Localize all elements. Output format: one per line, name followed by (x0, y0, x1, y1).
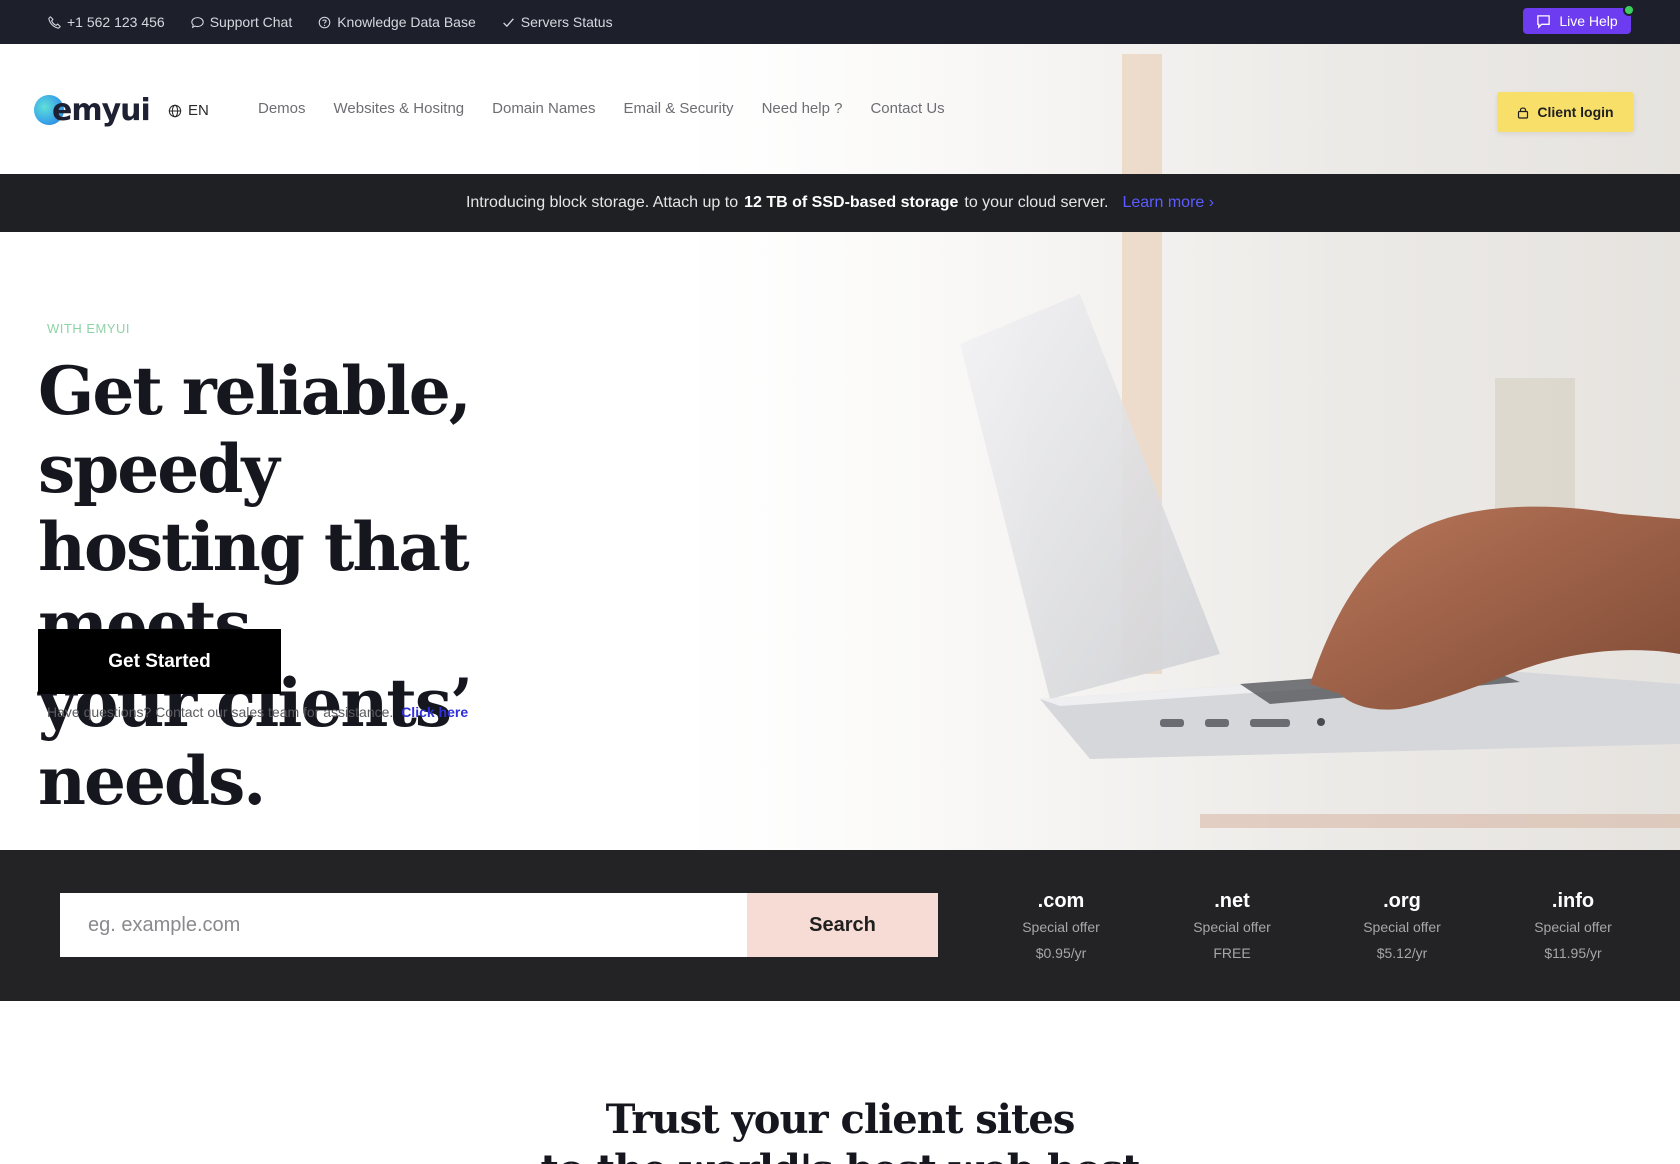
chat-icon (191, 16, 204, 28)
tld-offer-label: Special offer (1022, 919, 1100, 935)
announcement-bar: Introducing block storage. Attach up to … (0, 174, 1680, 232)
trust-section-subtitle: to the world's best web host (0, 1150, 1680, 1164)
phone-link[interactable]: +1 562 123 456 (48, 14, 165, 30)
get-started-button[interactable]: Get Started (38, 629, 281, 694)
top-bar: +1 562 123 456 Support Chat Knowledge Da… (0, 0, 1680, 44)
tld-offer-net[interactable]: .net Special offer FREE (1172, 890, 1292, 961)
client-login-button[interactable]: Client login (1497, 92, 1634, 132)
nav-item-domain-names[interactable]: Domain Names (492, 100, 595, 117)
nav-item-email-security[interactable]: Email & Security (624, 100, 734, 117)
client-login-label: Client login (1537, 104, 1614, 120)
hero-title-line: Get reliable, speedy (38, 352, 472, 508)
language-selector[interactable]: EN (168, 102, 209, 119)
globe-icon (168, 104, 182, 117)
main-nav: Demos Websites & Hositng Domain Names Em… (258, 100, 973, 117)
tld-extension: .info (1551, 890, 1595, 912)
trust-section-title: Trust your client sites (605, 1096, 1076, 1143)
tld-extension: .org (1383, 890, 1421, 912)
help-circle-icon (318, 16, 331, 28)
live-help-button[interactable]: Live Help (1523, 8, 1631, 34)
domain-search-input[interactable] (60, 893, 747, 957)
contact-note-text: Have questions? Contact our sales team f… (47, 704, 394, 720)
contact-note: Have questions? Contact our sales team f… (47, 704, 468, 720)
tld-offer-org[interactable]: .org Special offer $5.12/yr (1342, 890, 1462, 961)
hero-title: Get reliable, speedy hosting that meets … (38, 352, 678, 820)
online-status-dot (1623, 4, 1635, 16)
tld-offer-label: Special offer (1363, 919, 1441, 935)
check-icon (502, 17, 514, 27)
announcement-text: Introducing block storage. Attach up to (465, 194, 739, 211)
servers-status-link[interactable]: Servers Status (502, 14, 613, 30)
lock-icon (1518, 106, 1529, 119)
nav-item-websites-hosting[interactable]: Websites & Hositng (334, 100, 465, 117)
tld-price: $11.95/yr (1544, 945, 1602, 961)
tld-extension: .com (1037, 890, 1085, 912)
domain-search-bar: Search .com Special offer $0.95/yr .net … (0, 850, 1680, 1001)
click-here-link[interactable]: Click here (401, 704, 468, 720)
nav-item-contact-us[interactable]: Contact Us (870, 100, 944, 117)
phone-icon (48, 15, 61, 29)
knowledge-base-text: Knowledge Data Base (337, 14, 476, 30)
support-chat-text: Support Chat (209, 14, 293, 30)
nav-item-demos[interactable]: Demos (258, 100, 306, 117)
language-label: EN (188, 102, 209, 119)
hero-eyebrow: WITH EMYUI (47, 321, 130, 336)
knowledge-base-link[interactable]: Knowledge Data Base (318, 14, 476, 30)
nav-item-need-help[interactable]: Need help ? (762, 100, 843, 117)
tld-offer-label: Special offer (1193, 919, 1271, 935)
announcement-highlight: 12 TB of SSD-based storage (744, 194, 959, 211)
message-square-icon (1537, 14, 1551, 29)
phone-text: +1 562 123 456 (67, 14, 165, 30)
tld-price: $0.95/yr (1035, 945, 1087, 961)
domain-search-button[interactable]: Search (747, 893, 938, 957)
support-chat-link[interactable]: Support Chat (191, 14, 293, 30)
tld-price: $5.12/yr (1376, 945, 1428, 961)
tld-offer-info[interactable]: .info Special offer $11.95/yr (1513, 890, 1633, 961)
tld-offer-com[interactable]: .com Special offer $0.95/yr (1001, 890, 1121, 961)
learn-more-link[interactable]: Learn more › (1122, 194, 1214, 212)
top-links: +1 562 123 456 Support Chat Knowledge Da… (48, 0, 613, 44)
tld-offer-label: Special offer (1534, 919, 1612, 935)
logo-text: emyui (52, 92, 151, 128)
tld-price: FREE (1213, 945, 1251, 961)
tld-extension: .net (1214, 890, 1250, 912)
live-help-label: Live Help (1559, 13, 1618, 29)
servers-status-text: Servers Status (520, 14, 613, 30)
logo[interactable]: emyui (34, 92, 151, 128)
announcement-text-after: to your cloud server. (964, 194, 1109, 211)
